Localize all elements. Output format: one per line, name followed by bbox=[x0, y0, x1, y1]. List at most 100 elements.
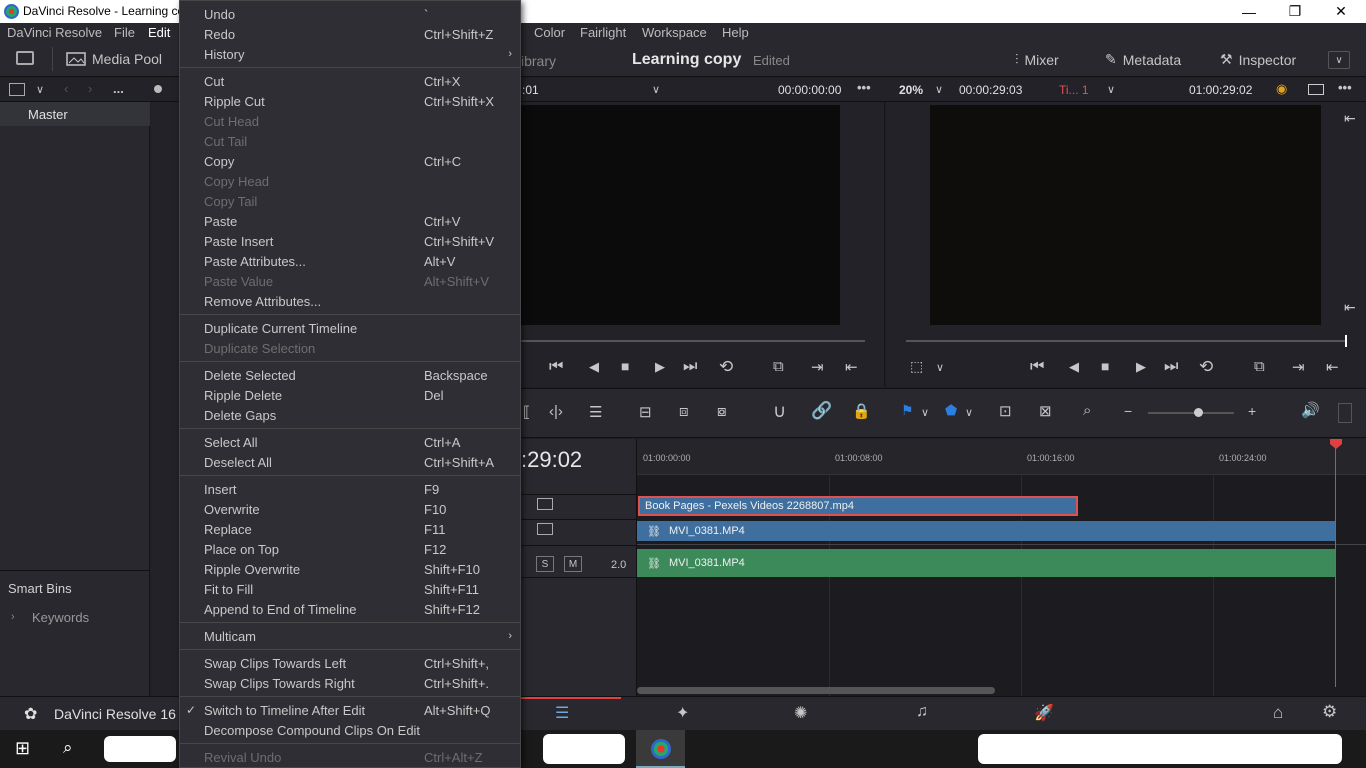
flag-icon[interactable]: ⚑ bbox=[901, 402, 914, 419]
menu-item-deselect-all[interactable]: Deselect All Ctrl+Shift+A bbox=[180, 452, 520, 472]
media-pool-button[interactable]: Media Pool bbox=[66, 51, 162, 67]
chevron-down-icon[interactable]: ∨ bbox=[965, 406, 973, 419]
fairlight-page-icon[interactable]: ♫ bbox=[916, 703, 928, 721]
menu-item-ripple-cut[interactable]: Ripple Cut Ctrl+Shift+X bbox=[180, 91, 520, 111]
menu-item-paste[interactable]: Paste Ctrl+V bbox=[180, 211, 520, 231]
menu-fairlight[interactable]: Fairlight bbox=[580, 25, 626, 40]
taskbar-resolve-app[interactable] bbox=[636, 730, 685, 768]
play-icon[interactable]: ▶ bbox=[655, 359, 665, 375]
stop-icon[interactable]: ■ bbox=[1101, 358, 1109, 374]
zoom-slider-handle[interactable] bbox=[1194, 408, 1203, 417]
menu-item-swap-clips-towards-left[interactable]: Swap Clips Towards Left Ctrl+Shift+, bbox=[180, 653, 520, 673]
menu-item-redo[interactable]: Redo Ctrl+Shift+Z bbox=[180, 24, 520, 44]
menu-item-undo[interactable]: Undo ` bbox=[180, 4, 520, 24]
master-bin[interactable]: Master bbox=[28, 107, 68, 122]
timeline-clip-v1[interactable]: ⛓ MVI_0381.MP4 bbox=[637, 521, 1335, 541]
blade-tool-icon[interactable]: ☰ bbox=[589, 403, 602, 421]
menu-item-select-all[interactable]: Select All Ctrl+A bbox=[180, 432, 520, 452]
source-viewer[interactable] bbox=[521, 105, 840, 325]
gear-icon[interactable]: ⚙ bbox=[1322, 702, 1337, 722]
keywords-bin[interactable]: Keywords bbox=[32, 610, 89, 625]
overwrite-clip-icon[interactable]: ⧈ bbox=[679, 403, 689, 420]
search-icon[interactable]: ⌕ bbox=[63, 738, 73, 758]
menu-item-place-on-top[interactable]: Place on Top F12 bbox=[180, 539, 520, 559]
program-scrubber[interactable] bbox=[906, 340, 1346, 342]
insert-clip-icon[interactable]: ⊟ bbox=[639, 403, 652, 421]
chevron-down-icon[interactable]: ∨ bbox=[936, 361, 944, 374]
stop-icon[interactable]: ■ bbox=[621, 358, 629, 374]
zoom-custom-icon[interactable]: ⌕ bbox=[1083, 402, 1091, 419]
metadata-button[interactable]: ✎ Metadata bbox=[1105, 51, 1181, 68]
snapping-icon[interactable]: ∪ bbox=[773, 401, 786, 422]
lock-icon[interactable]: 🔒 bbox=[852, 402, 871, 420]
inspector-button[interactable]: ⚒ Inspector bbox=[1220, 51, 1296, 68]
reverse-play-icon[interactable]: ◀ bbox=[589, 359, 599, 375]
menu-item-duplicate-current-timeline[interactable]: Duplicate Current Timeline bbox=[180, 318, 520, 338]
match-frame-icon[interactable]: ⧉ bbox=[1254, 358, 1265, 375]
more-dots-icon[interactable]: ••• bbox=[857, 80, 871, 95]
menu-item-overwrite[interactable]: Overwrite F10 bbox=[180, 499, 520, 519]
program-viewer[interactable] bbox=[930, 105, 1321, 325]
windows-start-icon[interactable]: ⊞ bbox=[15, 738, 30, 759]
replace-clip-icon[interactable]: ⧇ bbox=[717, 403, 727, 420]
chevron-down-icon[interactable]: ∨ bbox=[652, 83, 660, 96]
loop-icon[interactable]: ⟲ bbox=[719, 357, 733, 377]
back-arrow-icon[interactable]: ‹ bbox=[64, 81, 68, 96]
chevron-down-icon[interactable]: ∨ bbox=[935, 83, 943, 96]
menu-item-ripple-overwrite[interactable]: Ripple Overwrite Shift+F10 bbox=[180, 559, 520, 579]
zoom-out-icon[interactable]: − bbox=[1124, 403, 1132, 419]
menu-edit[interactable]: Edit bbox=[148, 25, 170, 40]
menu-item-cut[interactable]: Cut Ctrl+X bbox=[180, 71, 520, 91]
chevron-down-icon[interactable]: ∨ bbox=[36, 83, 44, 96]
loop-icon[interactable]: ⟲ bbox=[1199, 357, 1213, 377]
mark-out-icon[interactable]: ⇤ bbox=[1326, 358, 1339, 376]
dynamic-trim-icon[interactable]: ‹|› bbox=[549, 403, 563, 420]
chevron-down-icon[interactable]: ∨ bbox=[921, 406, 929, 419]
zoom-slider[interactable] bbox=[1148, 412, 1234, 414]
track-v2-enable-icon[interactable] bbox=[537, 498, 553, 510]
mark-in-icon[interactable]: ⇥ bbox=[1292, 358, 1305, 376]
menu-item-append-to-end-of-timeline[interactable]: Append to End of Timeline Shift+F12 bbox=[180, 599, 520, 619]
timeline-clip-a1[interactable]: ⛓ MVI_0381.MP4 bbox=[637, 549, 1335, 577]
audio-meter-toggle[interactable] bbox=[1338, 403, 1352, 423]
mixer-button[interactable]: ⫶ Mixer bbox=[1015, 51, 1059, 68]
menu-item-paste-insert[interactable]: Paste Insert Ctrl+Shift+V bbox=[180, 231, 520, 251]
chevron-down-icon[interactable]: ∨ bbox=[1107, 83, 1115, 96]
menu-item-decompose-compound-clips-on-edit[interactable]: Decompose Compound Clips On Edit bbox=[180, 720, 520, 740]
link-icon[interactable]: 🔗 bbox=[811, 401, 832, 421]
mark-in-icon[interactable]: ⇥ bbox=[811, 358, 824, 376]
previous-edit-icon[interactable]: ⇤ bbox=[1344, 299, 1356, 316]
maximize-button[interactable]: ❐ bbox=[1272, 0, 1318, 23]
menu-file[interactable]: File bbox=[114, 25, 135, 40]
more-dots-icon[interactable]: ••• bbox=[1338, 80, 1352, 95]
effects-library-label[interactable]: ibrary bbox=[521, 53, 556, 69]
zoom-in-icon[interactable]: + bbox=[1248, 403, 1256, 419]
menu-item-ripple-delete[interactable]: Ripple Delete Del bbox=[180, 385, 520, 405]
timeline-clip-v2[interactable]: Book Pages - Pexels Videos 2268807.mp4 bbox=[638, 496, 1078, 516]
zoom-detail-icon[interactable]: ⊠ bbox=[1039, 402, 1052, 420]
edit-page-icon[interactable]: ☰ bbox=[555, 703, 569, 723]
program-playhead[interactable] bbox=[1345, 335, 1347, 347]
color-dot-icon[interactable]: ◉ bbox=[1276, 81, 1287, 97]
jump-to-start-icon[interactable]: ⏮ bbox=[549, 358, 563, 376]
viewer-mode-icon[interactable] bbox=[1308, 84, 1324, 95]
expand-toolbar-button[interactable]: ∨ bbox=[1328, 51, 1350, 69]
timeline-scrollbar[interactable] bbox=[637, 687, 995, 694]
menu-item-copy[interactable]: Copy Ctrl+C bbox=[180, 151, 520, 171]
workspace-toggle-icon[interactable] bbox=[16, 51, 34, 65]
mark-out-icon[interactable]: ⇤ bbox=[845, 358, 858, 376]
marker-icon[interactable]: ⬟ bbox=[945, 402, 957, 419]
solo-button[interactable]: S bbox=[536, 556, 554, 572]
menu-item-history[interactable]: History › bbox=[180, 44, 520, 64]
trim-tool-icon[interactable]: ⟦ bbox=[523, 403, 530, 421]
menu-item-remove-attributes[interactable]: Remove Attributes... bbox=[180, 291, 520, 311]
menu-item-paste-attributes[interactable]: Paste Attributes... Alt+V bbox=[180, 251, 520, 271]
menu-item-multicam[interactable]: Multicam › bbox=[180, 626, 520, 646]
zoom-full-icon[interactable]: ⊡ bbox=[999, 402, 1012, 420]
timeline-name[interactable]: Ti... 1 bbox=[1059, 83, 1089, 97]
more-options-label[interactable]: ... bbox=[113, 81, 124, 96]
menu-item-fit-to-fill[interactable]: Fit to Fill Shift+F11 bbox=[180, 579, 520, 599]
forward-arrow-icon[interactable]: › bbox=[88, 81, 92, 96]
deliver-page-icon[interactable]: 🚀 bbox=[1034, 703, 1054, 723]
reverse-play-icon[interactable]: ◀ bbox=[1069, 359, 1079, 375]
